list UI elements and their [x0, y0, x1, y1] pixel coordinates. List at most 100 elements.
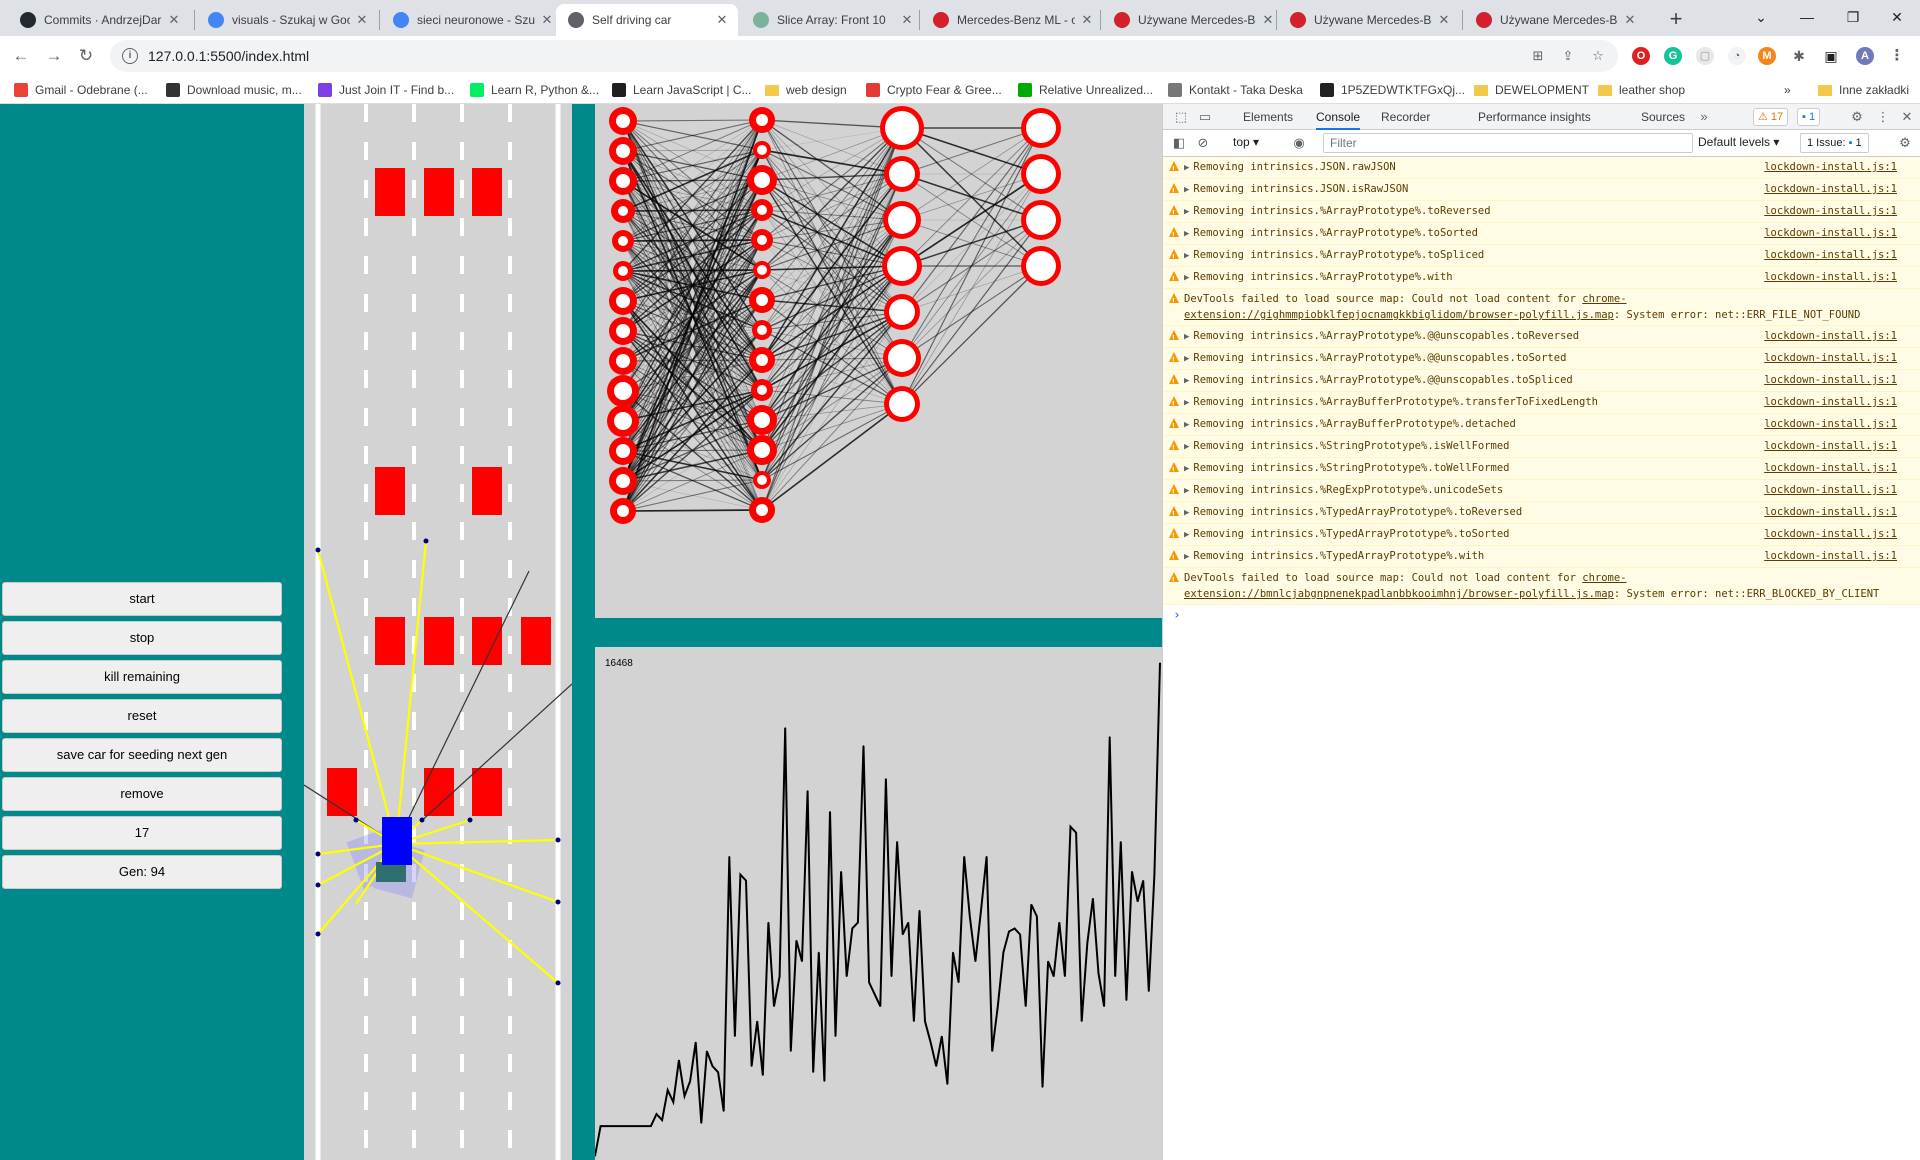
bookmark-item[interactable]: Learn R, Python &... — [470, 81, 599, 99]
console-warning[interactable]: ▶ Removing intrinsics.%ArrayPrototype%.to… — [1163, 245, 1920, 267]
console-prompt[interactable]: › — [1163, 605, 1920, 623]
bookmark-item[interactable]: leather shop — [1598, 81, 1685, 99]
console-source-link[interactable]: lockdown-install.js:1 — [1764, 482, 1897, 498]
console-source-link[interactable]: lockdown-install.js:1 — [1764, 416, 1897, 432]
devtools-tab-recorder[interactable]: Recorder — [1381, 104, 1430, 130]
console-source-link[interactable]: lockdown-install.js:1 — [1764, 203, 1897, 219]
devtools-tab-console[interactable]: Console — [1316, 104, 1361, 130]
site-info-icon[interactable]: i — [122, 48, 138, 64]
start-button[interactable]: start — [2, 582, 282, 616]
devtools-menu-icon[interactable]: ⋮ — [1875, 109, 1891, 125]
settings-gear-icon[interactable]: ⚙ — [1849, 109, 1865, 125]
expand-triangle-icon[interactable]: ▶ — [1184, 376, 1189, 386]
address-url[interactable]: 127.0.0.1:5500/index.html — [148, 48, 309, 64]
back-icon[interactable]: ← — [7, 42, 35, 70]
live-expression-eye-icon[interactable]: ◉ — [1291, 135, 1307, 151]
reload-icon[interactable]: ↻ — [72, 42, 100, 70]
expand-triangle-icon[interactable]: ▶ — [1184, 185, 1189, 195]
console-source-link[interactable]: lockdown-install.js:1 — [1764, 394, 1897, 410]
console-source-link[interactable]: lockdown-install.js:1 — [1764, 460, 1897, 476]
extension-2-icon[interactable]: ◔ — [1728, 47, 1746, 65]
bookmark-item[interactable]: Download music, m... — [166, 81, 302, 99]
address-bar[interactable]: i 127.0.0.1:5500/index.html ⊞ ⇪ ☆ — [110, 40, 1618, 72]
expand-triangle-icon[interactable]: ▶ — [1184, 251, 1189, 261]
console-source-link[interactable]: lockdown-install.js:1 — [1764, 548, 1897, 564]
browser-tab[interactable]: Self driving car ✕ — [556, 4, 738, 36]
console-warning[interactable]: ▶ Removing intrinsics.%ArrayPrototype%.@@… — [1163, 348, 1920, 370]
puzzle-extensions-icon[interactable]: ✱ — [1790, 47, 1808, 65]
more-tabs-icon[interactable]: » — [1696, 109, 1712, 125]
console-warning[interactable]: ▶ Removing intrinsics.%ArrayPrototype%.@@… — [1163, 370, 1920, 392]
console-source-link[interactable]: lockdown-install.js:1 — [1764, 225, 1897, 241]
bookmark-star-icon[interactable]: ☆ — [1590, 48, 1606, 64]
side-panel-icon[interactable]: ▣ — [1822, 47, 1840, 65]
console-warning[interactable]: ▶ Removing intrinsics.%ArrayPrototype%.@@… — [1163, 326, 1920, 348]
bookmark-item[interactable]: Crypto Fear & Gree... — [866, 81, 1002, 99]
console-settings-icon[interactable]: ⚙ — [1897, 135, 1913, 151]
devtools-tab-elements[interactable]: Elements — [1243, 104, 1293, 130]
close-tab-icon[interactable]: ✕ — [899, 12, 915, 28]
share-icon[interactable]: ⇪ — [1560, 48, 1576, 64]
kill-remaining-button[interactable]: kill remaining — [2, 660, 282, 694]
close-tab-icon[interactable]: ✕ — [1260, 12, 1276, 28]
sidebar-toggle-icon[interactable]: ◧ — [1171, 135, 1187, 151]
close-tab-icon[interactable]: ✕ — [1436, 12, 1452, 28]
console-filter-input[interactable] — [1323, 133, 1693, 153]
close-tab-icon[interactable]: ✕ — [354, 12, 370, 28]
console-source-link[interactable]: lockdown-install.js:1 — [1764, 372, 1897, 388]
console-source-link[interactable]: lockdown-install.js:1 — [1764, 269, 1897, 285]
messages-badge[interactable]: ▪ 1 — [1797, 108, 1821, 126]
browser-tab[interactable]: Używane Mercedes-Be ✕ — [1102, 4, 1284, 36]
console-source-link[interactable]: lockdown-install.js:1 — [1764, 247, 1897, 263]
devtools-tab-sources[interactable]: Sources — [1641, 104, 1685, 130]
browser-tab[interactable]: sieci neuronowe - Szu ✕ — [381, 4, 563, 36]
console-warning[interactable]: ▶ Removing intrinsics.%ArrayBufferPrototy… — [1163, 414, 1920, 436]
console-warning[interactable]: ▶ Removing intrinsics.%TypedArrayPrototyp… — [1163, 546, 1920, 568]
console-source-link[interactable]: lockdown-install.js:1 — [1764, 159, 1897, 175]
translate-icon[interactable]: ⊞ — [1530, 48, 1546, 64]
expand-triangle-icon[interactable]: ▶ — [1184, 420, 1189, 430]
inspect-element-icon[interactable]: ⬚ — [1173, 109, 1189, 125]
grammarly-icon[interactable]: G — [1664, 47, 1682, 65]
expand-triangle-icon[interactable]: ▶ — [1184, 486, 1189, 496]
browser-tab[interactable]: Używane Mercedes-Be ✕ — [1464, 4, 1646, 36]
console-source-link[interactable]: lockdown-install.js:1 — [1764, 438, 1897, 454]
issues-button[interactable]: 1 Issue: ▪ 1 — [1800, 133, 1869, 153]
expand-triangle-icon[interactable]: ▶ — [1184, 530, 1189, 540]
metamask-icon[interactable]: M — [1758, 47, 1776, 65]
close-tab-icon[interactable]: ✕ — [1079, 12, 1095, 28]
close-window-icon[interactable]: ✕ — [1874, 4, 1920, 32]
console-source-link[interactable]: lockdown-install.js:1 — [1764, 181, 1897, 197]
bookmark-item[interactable]: web design — [765, 81, 847, 99]
reset-button[interactable]: reset — [2, 699, 282, 733]
expand-triangle-icon[interactable]: ▶ — [1184, 354, 1189, 364]
console-warning[interactable]: ▶ Removing intrinsics.JSON.rawJSON lockdow… — [1163, 157, 1920, 179]
save-car-button[interactable]: save car for seeding next gen — [2, 738, 282, 772]
tab-search-icon[interactable]: ⌄ — [1738, 4, 1784, 32]
console-warning[interactable]: ▶ Removing intrinsics.%StringPrototype%.t… — [1163, 458, 1920, 480]
context-selector[interactable]: top ▾ — [1233, 135, 1259, 149]
expand-triangle-icon[interactable]: ▶ — [1184, 552, 1189, 562]
browser-tab[interactable]: Commits · AndrzejDar ✕ — [8, 4, 190, 36]
close-tab-icon[interactable]: ✕ — [714, 12, 730, 28]
expand-triangle-icon[interactable]: ▶ — [1184, 163, 1189, 173]
bookmark-item[interactable]: Just Join IT - Find b... — [318, 81, 454, 99]
console-warning[interactable]: DevTools failed to load source map: Coul… — [1163, 568, 1920, 605]
browser-tab[interactable]: Używane Mercedes-Be ✕ — [1278, 4, 1460, 36]
log-levels-dropdown[interactable]: Default levels ▾ — [1698, 135, 1779, 149]
expand-triangle-icon[interactable]: ▶ — [1184, 207, 1189, 217]
profile-avatar[interactable]: A — [1856, 47, 1874, 65]
console-warning[interactable]: DevTools failed to load source map: Coul… — [1163, 289, 1920, 326]
minimize-icon[interactable]: — — [1784, 4, 1830, 32]
expand-triangle-icon[interactable]: ▶ — [1184, 332, 1189, 342]
bookmark-item[interactable]: Gmail - Odebrane (... — [14, 81, 148, 99]
bookmark-item[interactable]: DEWELOPMENT — [1474, 81, 1589, 99]
restore-icon[interactable]: ❐ — [1830, 4, 1876, 32]
opera-extension-icon[interactable]: O — [1632, 47, 1650, 65]
console-warning[interactable]: ▶ Removing intrinsics.%StringPrototype%.i… — [1163, 436, 1920, 458]
close-tab-icon[interactable]: ✕ — [539, 12, 555, 28]
console-source-link[interactable]: lockdown-install.js:1 — [1764, 350, 1897, 366]
bookmark-other[interactable]: Inne zakładki — [1818, 81, 1909, 99]
close-tab-icon[interactable]: ✕ — [1622, 12, 1638, 28]
console-warning[interactable]: ▶ Removing intrinsics.%ArrayPrototype%.wi… — [1163, 267, 1920, 289]
